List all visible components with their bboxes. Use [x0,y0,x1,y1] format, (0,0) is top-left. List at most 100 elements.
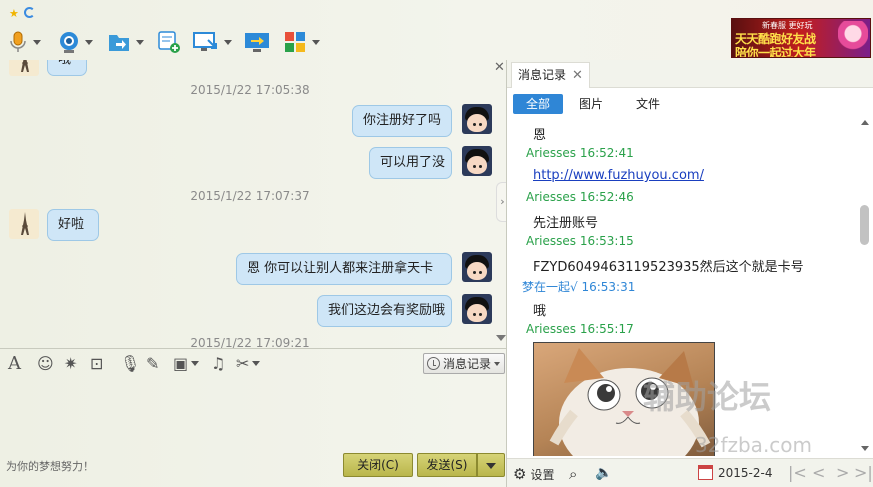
chat-add-icon [158,31,180,53]
my-avatar[interactable] [462,294,492,324]
chevron-down-icon[interactable] [312,39,320,45]
history-sender-time: Ariesses 16:55:17 [526,322,634,336]
history-tabbar: 消息记录 ✕ [507,60,873,88]
clock-icon [427,357,440,370]
message-timestamp: 2015/1/22 17:05:38 [190,83,310,97]
date-label: 2015-2-4 [718,465,773,480]
create-discussion-button[interactable] [157,28,181,56]
settings-button[interactable]: ⚙ 设置 [513,465,554,483]
filter-images-tab[interactable]: 图片 [579,94,609,114]
music-icon[interactable]: ♫ [211,354,225,373]
my-avatar[interactable] [462,104,492,134]
message-timestamp: 2015/1/22 17:09:21 [190,336,310,348]
banner-subtitle: 陪你一起过大年 [735,46,816,58]
screenshot-icon[interactable]: ⊡ [90,354,103,373]
scroll-up-icon[interactable] [861,120,869,125]
message-history-label: 消息记录 [443,357,492,371]
tab-message-history[interactable]: 消息记录 ✕ [511,62,590,88]
eiffel-tower-icon [21,212,29,235]
contact-avatar[interactable] [9,60,39,76]
voice-call-button[interactable] [8,28,41,56]
ad-banner[interactable]: 新春服 更好玩 天天酷跑好友战 陪你一起过大年 [731,18,871,58]
watermark-text: 辅助论坛 [643,378,772,416]
history-scrollbar[interactable] [858,118,872,458]
first-page-icon[interactable]: |< [788,463,807,482]
history-message: 恩 [533,128,547,143]
magic-icon[interactable]: ✷ [64,354,77,373]
history-message: 哦 [533,304,547,319]
star-icon[interactable]: ★ [9,7,19,20]
video-call-button[interactable] [58,28,93,56]
chevron-down-icon[interactable] [85,39,93,45]
chevron-down-icon [486,462,496,469]
history-message: 先注册账号 [533,216,599,231]
message-bubble-outgoing[interactable]: 可以用了没 [369,147,452,179]
chevron-down-icon[interactable] [224,39,232,45]
chevron-down-icon[interactable] [33,39,41,45]
remote-desktop-icon [193,32,217,51]
history-link[interactable]: http://www.fuzhuyou.com/ [533,168,704,183]
history-sender-time: Ariesses 16:52:41 [526,146,634,160]
chat-message-area[interactable]: 哦 2015/1/22 17:05:38 你注册好了吗 可以用了没 2015/1… [0,60,506,348]
tab-label: 消息记录 [518,68,567,82]
last-page-icon[interactable]: >| [854,463,873,482]
apps-grid-icon [285,32,305,52]
filter-files-tab[interactable]: 文件 [636,94,666,114]
history-panel: 消息记录 ✕ 全部 图片 文件 恩 Ariesses 16:52:41 http:… [506,60,873,487]
history-message: FZYD6049463119523935然后这个就是卡号 [533,260,804,275]
history-sender-time: Ariesses 16:53:15 [526,234,634,248]
apps-button[interactable] [283,28,320,56]
chevron-down-icon[interactable] [252,360,261,366]
eiffel-tower-icon [21,60,29,72]
contact-avatar[interactable] [9,209,39,239]
close-icon[interactable]: ✕ [494,60,505,75]
font-icon[interactable]: A [8,353,21,374]
chevron-down-icon [494,361,501,366]
chat-toolbar [0,24,720,60]
history-sender-time: Ariesses 16:52:46 [526,190,634,204]
my-avatar[interactable] [462,146,492,176]
send-file-button[interactable] [107,28,144,56]
chevron-down-icon[interactable] [136,39,144,45]
message-bubble-outgoing[interactable]: 恩 你可以让别人都来注册拿天卡 [236,253,452,285]
my-avatar[interactable] [462,252,492,282]
history-sender-time: 梦在一起√ 16:53:31 [522,280,636,294]
speaker-icon[interactable]: 🔈 [595,465,612,481]
date-picker[interactable]: 2015-2-4 [698,465,772,480]
scroll-down-icon[interactable] [861,446,869,451]
previous-page-icon[interactable]: < [812,463,825,482]
voice-message-icon[interactable]: 🎙 [120,354,140,373]
emoji-icon[interactable]: ☺ [37,354,54,373]
remote-assist-button[interactable] [193,28,232,56]
banner-character-image [838,21,868,57]
next-page-icon[interactable]: > [836,463,849,482]
chevron-down-icon[interactable] [191,360,200,366]
close-icon[interactable]: ✕ [572,68,583,83]
watermark-url: 32fzba.com [695,433,813,457]
share-screen-button[interactable] [244,28,270,56]
scrollbar-thumb[interactable] [860,205,869,245]
microphone-icon [10,31,26,52]
status-icon[interactable] [24,7,35,18]
close-button[interactable]: 关闭(C) [343,453,413,477]
message-bubble-incoming[interactable]: 好啦 [47,209,99,241]
send-options-button[interactable] [477,453,505,477]
screen-share-icon [245,33,269,52]
message-bubble-outgoing[interactable]: 我们这边会有奖励哦 [317,295,452,327]
message-bubble-incoming[interactable]: 哦 [47,60,87,76]
scissors-icon[interactable]: ✂ [236,354,261,373]
input-toolbar: A ☺ ✷ ⊡ 🎙 ✎ ▣ ♫ ✂ 消息记录 [0,348,506,376]
message-history-button[interactable]: 消息记录 [423,353,505,374]
gear-icon: ⚙ [513,465,527,483]
video-camera-icon [60,32,78,53]
message-bubble-outgoing[interactable]: 你注册好了吗 [352,105,452,137]
search-icon[interactable]: ⌕ [569,465,577,483]
calendar-icon [698,465,713,480]
history-footer: ⚙ 设置 ⌕ 🔈 2015-2-4 |< < > >| [507,458,873,487]
scroll-down-icon[interactable] [496,335,506,341]
edit-icon[interactable]: ✎ [146,354,159,373]
filter-all-tab[interactable]: 全部 [513,94,563,114]
signature-text: 为你的梦想努力！ [6,460,94,473]
send-button[interactable]: 发送(S) [417,453,477,477]
image-icon[interactable]: ▣ [173,354,200,373]
